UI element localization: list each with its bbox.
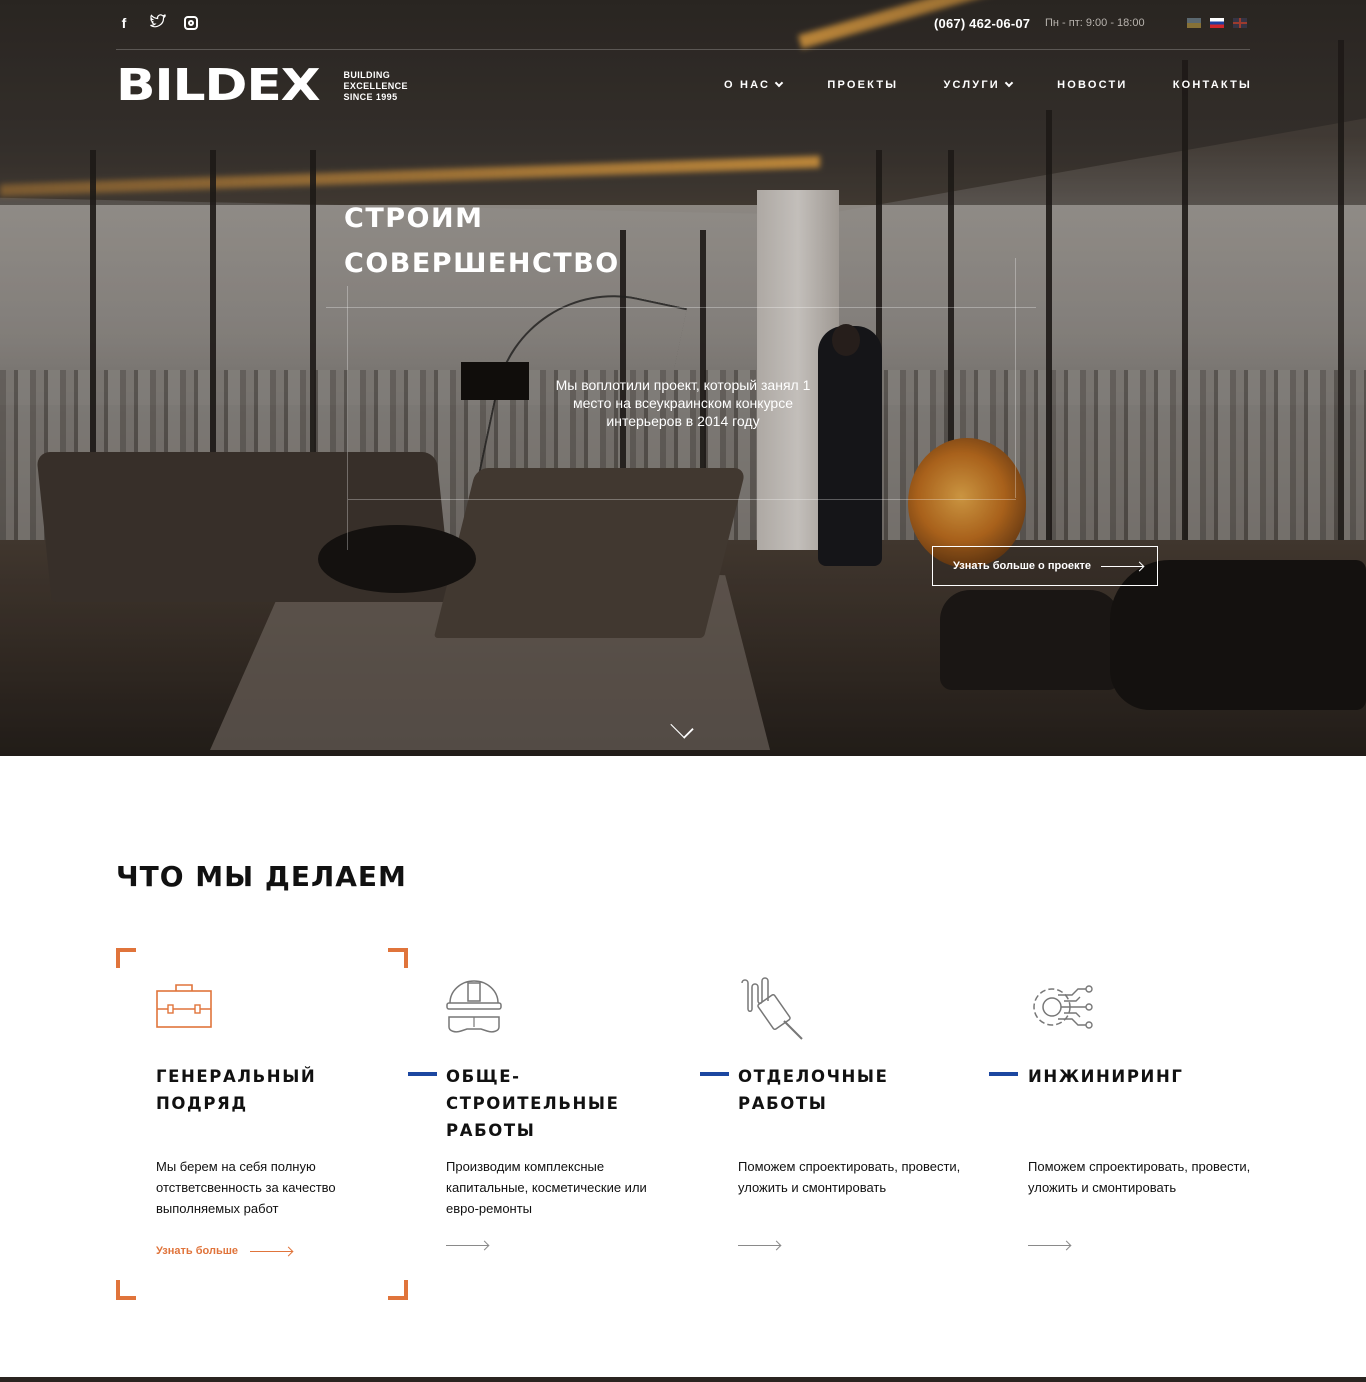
card-corner-accent bbox=[116, 948, 136, 968]
nav-item-label: КОНТАКТЫ bbox=[1172, 79, 1252, 91]
learn-more-link[interactable] bbox=[1028, 1245, 1070, 1246]
service-card-title: ИНЖИНИРИНГ bbox=[1028, 1067, 1184, 1086]
hero-title-line: СОВЕРШЕНСТВО bbox=[344, 248, 620, 279]
instagram-icon[interactable] bbox=[184, 16, 198, 30]
flag-ua-icon[interactable] bbox=[1187, 18, 1201, 28]
nav-item-contacts[interactable]: КОНТАКТЫ bbox=[1173, 79, 1252, 91]
nav-item-label: ПРОЕКТЫ bbox=[827, 79, 899, 91]
flag-en-icon[interactable] bbox=[1233, 18, 1247, 28]
phone-number[interactable]: (067) 462-06-07 bbox=[934, 16, 1030, 31]
hero-frame-line bbox=[348, 499, 1016, 500]
hero-title: СТРОИМ СОВЕРШЕНСТВО bbox=[344, 196, 620, 286]
service-card-title: ОБЩЕ- СТРОИТЕЛЬНЫЕ РАБОТЫ bbox=[446, 1067, 620, 1140]
nav-item-label: НОВОСТИ bbox=[1057, 79, 1128, 91]
chevron-down-icon bbox=[774, 78, 784, 88]
service-card-text: Производим комплексные капитальные, косм… bbox=[446, 1159, 647, 1216]
service-card-title: ГЕНЕРАЛЬНЫЙ ПОДРЯД bbox=[156, 1067, 317, 1113]
service-card-text: Мы берем на себя полную отстветсвенность… bbox=[156, 1159, 336, 1216]
learn-more-link[interactable]: Узнать больше bbox=[156, 1245, 293, 1257]
arrow-right-icon bbox=[250, 1250, 293, 1252]
hero-title-line: СТРОИМ bbox=[344, 203, 484, 234]
card-corner-accent bbox=[388, 1280, 408, 1300]
learn-more-project-button[interactable]: Узнать больше о проекте bbox=[932, 546, 1158, 586]
paint-roller-icon bbox=[738, 975, 803, 1040]
learn-more-link[interactable] bbox=[446, 1245, 488, 1246]
hero-frame-line bbox=[347, 286, 348, 550]
main-nav: О НАС ПРОЕКТЫ УСЛУГИ НОВОСТИ КОНТАКТЫ bbox=[724, 78, 1252, 91]
topbar: f (067) 462-06-07 Пн - пт: 9:00 - 18:00 bbox=[116, 12, 1250, 38]
service-card-text: Поможем спроектировать, провести, уложит… bbox=[738, 1159, 961, 1195]
chevron-down-icon bbox=[1004, 78, 1014, 88]
card-title-dash bbox=[700, 1072, 729, 1076]
language-switcher bbox=[1187, 18, 1247, 28]
twitter-icon[interactable] bbox=[150, 13, 167, 32]
nav-item-projects[interactable]: ПРОЕКТЫ bbox=[827, 79, 898, 91]
logo-tagline-line: SINCE 1995 bbox=[343, 91, 398, 102]
service-card-text: Поможем спроектировать, провести, уложит… bbox=[1028, 1159, 1251, 1195]
button-label: Узнать больше о проекте bbox=[953, 560, 1092, 572]
arrow-right-icon bbox=[446, 1245, 488, 1246]
nav-item-news[interactable]: НОВОСТИ bbox=[1057, 79, 1127, 91]
facebook-icon[interactable]: f bbox=[116, 14, 132, 32]
arrow-right-icon bbox=[1101, 565, 1144, 567]
nav-item-services[interactable]: УСЛУГИ bbox=[943, 78, 1014, 91]
logo-tagline: BUILDING EXCELLENCE SINCE 1995 bbox=[343, 70, 408, 103]
hero-description: Мы воплотили проект, который занял 1 мес… bbox=[555, 377, 811, 429]
working-hours: Пн - пт: 9:00 - 18:00 bbox=[1045, 17, 1145, 29]
arrow-right-icon bbox=[1028, 1245, 1070, 1246]
logo-wordmark: BILDEX bbox=[116, 60, 321, 111]
service-card-title: ОТДЕЛОЧНЫЕ РАБОТЫ bbox=[738, 1067, 889, 1113]
card-corner-accent bbox=[388, 948, 408, 968]
nav-item-about[interactable]: О НАС bbox=[724, 78, 784, 91]
section-title: ЧТО МЫ ДЕЛАЕМ bbox=[116, 860, 407, 893]
social-links: f bbox=[116, 13, 198, 32]
flag-ru-icon[interactable] bbox=[1210, 18, 1224, 28]
nav-item-label: О НАС bbox=[724, 79, 771, 91]
logo-tagline-line: EXCELLENCE bbox=[343, 80, 408, 91]
hero-frame-line bbox=[1015, 258, 1016, 498]
hardhat-goggles-icon bbox=[446, 975, 510, 1039]
briefcase-icon bbox=[156, 975, 220, 1039]
topbar-divider bbox=[116, 49, 1250, 50]
hero-section: f (067) 462-06-07 Пн - пт: 9:00 - 18:00 … bbox=[0, 0, 1366, 756]
card-title-dash bbox=[989, 1072, 1018, 1076]
arrow-right-icon bbox=[738, 1245, 780, 1246]
next-section-edge bbox=[0, 1377, 1366, 1382]
nav-item-label: УСЛУГИ bbox=[943, 79, 1000, 91]
logo[interactable]: BILDEX BUILDING EXCELLENCE SINCE 1995 bbox=[116, 60, 408, 111]
card-title-dash bbox=[408, 1072, 437, 1076]
learn-more-link[interactable] bbox=[738, 1245, 780, 1246]
link-label: Узнать больше bbox=[156, 1245, 239, 1257]
hero-frame-line bbox=[326, 307, 1036, 308]
logo-tagline-line: BUILDING bbox=[343, 69, 391, 80]
gear-circuit-icon bbox=[1028, 975, 1093, 1039]
card-corner-accent bbox=[116, 1280, 136, 1300]
